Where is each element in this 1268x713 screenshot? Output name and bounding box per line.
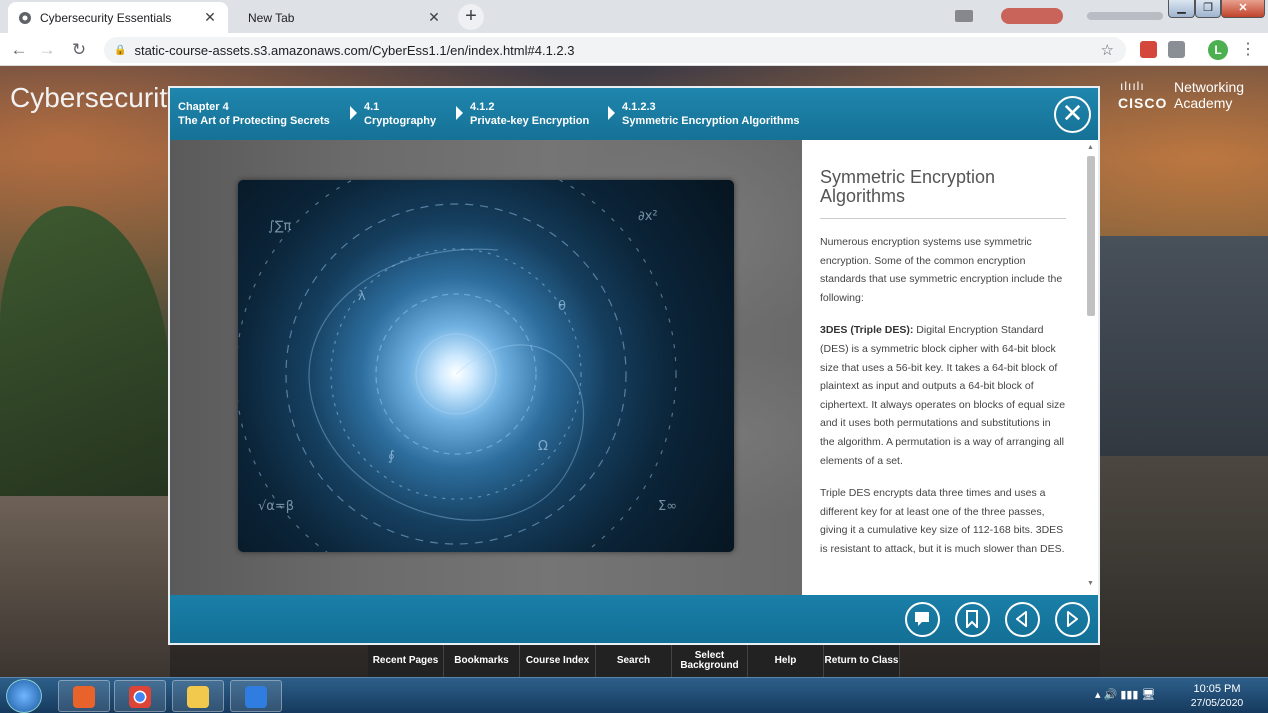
- svg-text:∂x²: ∂x²: [638, 209, 658, 224]
- topic-title: Symmetric Encryption Algorithms: [820, 168, 1066, 219]
- breadcrumb-subsection[interactable]: 4.1.2 Private-key Encryption: [456, 100, 589, 128]
- pdf-extension-icon[interactable]: [1140, 41, 1157, 58]
- start-button-icon[interactable]: [6, 679, 42, 713]
- svg-text:Σ∞: Σ∞: [658, 499, 677, 514]
- taskbar-chrome[interactable]: [114, 680, 166, 712]
- tab-new-tab[interactable]: New Tab ✕: [230, 2, 452, 33]
- close-icon: ✕: [1061, 98, 1084, 128]
- encryption-fractal-image: ∫∑π ∂x² √α=β Σ∞ λ θ ∮ Ω: [238, 180, 734, 552]
- site-title: Cybersecurity Essentials: [10, 82, 170, 113]
- return-to-class-button[interactable]: Return to Class: [824, 645, 900, 677]
- previous-arrow-icon: [1016, 611, 1027, 627]
- window-close-button[interactable]: ✕: [1221, 0, 1265, 18]
- more-menu-icon[interactable]: ⋮: [1240, 39, 1256, 61]
- forward-arrow-icon[interactable]: →: [36, 39, 58, 61]
- tab-title: New Tab: [248, 10, 295, 25]
- academy-label: Networking Academy: [1174, 79, 1245, 111]
- background-wall: [1100, 456, 1268, 677]
- breadcrumb: Chapter 4 The Art of Protecting Secrets 4…: [170, 88, 1098, 140]
- next-page-button[interactable]: [1055, 602, 1090, 637]
- svg-text:θ: θ: [558, 299, 566, 314]
- select-background-button[interactable]: Select Background: [672, 645, 748, 677]
- fractal-swirl-graphic: ∫∑π ∂x² √α=β Σ∞ λ θ ∮ Ω: [238, 180, 677, 552]
- scroll-thumb[interactable]: [1087, 156, 1095, 316]
- breadcrumb-section[interactable]: 4.1 Cryptography: [350, 100, 436, 128]
- course-bottom-nav: Recent Pages Bookmarks Course Index Sear…: [368, 645, 900, 677]
- svg-text:∮: ∮: [388, 449, 395, 464]
- maximize-button[interactable]: ❐: [1195, 0, 1221, 18]
- site-favicon-icon: [19, 11, 31, 24]
- triple-des-paragraph: Triple DES encrypts data three times and…: [820, 487, 1065, 555]
- previous-page-button[interactable]: [1005, 602, 1040, 637]
- search-button[interactable]: Search: [596, 645, 672, 677]
- tab-close-icon[interactable]: ✕: [202, 9, 218, 26]
- background-hill: [0, 206, 170, 506]
- svg-text:√α=β: √α=β: [258, 499, 294, 514]
- course-index-button[interactable]: Course Index: [520, 645, 596, 677]
- scroll-down-arrow-icon[interactable]: ▼: [1087, 580, 1094, 587]
- recent-pages-button[interactable]: Recent Pages: [368, 645, 444, 677]
- background-city: [1100, 236, 1268, 486]
- breadcrumb-topic[interactable]: 4.1.2.3 Symmetric Encryption Algorithms: [608, 100, 799, 128]
- course-content-modal: Chapter 4 The Art of Protecting Secrets 4…: [168, 86, 1100, 645]
- taskbar-wps-writer[interactable]: [230, 680, 282, 712]
- url-text: static-course-assets.s3.amazonaws.com/Cy…: [134, 42, 575, 58]
- content-area: ∫∑π ∂x² √α=β Σ∞ λ θ ∮ Ω Symmetric Encryption…: [170, 140, 1098, 595]
- intro-paragraph: Numerous encryption systems use symmetri…: [820, 236, 1063, 304]
- cisco-bars-icon: ılıılı: [1120, 79, 1145, 93]
- back-arrow-icon[interactable]: ←: [8, 39, 30, 61]
- new-tab-button[interactable]: +: [458, 4, 484, 30]
- bookmarks-button[interactable]: Bookmarks: [444, 645, 520, 677]
- next-arrow-icon: [1067, 611, 1078, 627]
- browser-tabstrip: Cybersecurity Essentials ✕ New Tab ✕ + ▁…: [0, 0, 1268, 33]
- speech-bubble-icon: [915, 612, 929, 626]
- media-panel: ∫∑π ∂x² √α=β Σ∞ λ θ ∮ Ω: [170, 140, 802, 595]
- system-tray-icons[interactable]: ▴ 🔊 ▮▮▮ 🖥: [1095, 688, 1156, 701]
- bookmark-icon: [966, 610, 978, 628]
- svg-text:Ω: Ω: [538, 439, 548, 454]
- taskbar-clock[interactable]: 10:05 PM 27/05/2020: [1182, 682, 1252, 710]
- browser-toolbar: ← → ↻ 🔒 static-course-assets.s3.amazonaw…: [0, 33, 1268, 66]
- clock-time: 10:05 PM: [1193, 683, 1241, 695]
- extension-icon[interactable]: [1168, 41, 1185, 58]
- help-button[interactable]: Help: [748, 645, 824, 677]
- tab-close-icon[interactable]: ✕: [426, 9, 442, 26]
- clock-date: 27/05/2020: [1190, 697, 1244, 709]
- profile-avatar[interactable]: L: [1208, 40, 1228, 60]
- address-bar[interactable]: 🔒 static-course-assets.s3.amazonaws.com/…: [104, 37, 1126, 63]
- breadcrumb-arrow-icon: [608, 106, 615, 120]
- windows-taskbar: ▴ 🔊 ▮▮▮ 🖥 10:05 PM 27/05/2020: [0, 677, 1268, 713]
- blurred-window-area: [955, 8, 1165, 24]
- close-modal-button[interactable]: ✕: [1054, 96, 1091, 133]
- bookmark-star-icon[interactable]: ☆: [1101, 41, 1114, 59]
- comment-button[interactable]: [905, 602, 940, 637]
- 3des-paragraph: 3DES (Triple DES): Digital Encryption St…: [820, 321, 1066, 470]
- breadcrumb-arrow-icon: [456, 106, 463, 120]
- svg-text:∫∑π: ∫∑π: [268, 219, 292, 234]
- breadcrumb-arrow-icon: [350, 106, 357, 120]
- breadcrumb-chapter[interactable]: Chapter 4 The Art of Protecting Secrets: [178, 100, 330, 128]
- 3des-description: Digital Encryption Standard (DES) is a s…: [820, 324, 1066, 467]
- cisco-wordmark: CISCO: [1118, 95, 1168, 111]
- taskbar-media-player[interactable]: [58, 680, 110, 712]
- tab-title: Cybersecurity Essentials: [40, 10, 172, 25]
- text-panel: Symmetric Encryption Algorithms Numerous…: [802, 140, 1098, 595]
- text-scrollbar[interactable]: ▲ ▼: [1084, 142, 1096, 593]
- background-wall: [0, 496, 170, 677]
- lock-icon: 🔒: [114, 44, 127, 56]
- svg-text:λ: λ: [358, 289, 366, 304]
- reload-icon[interactable]: ↻: [68, 39, 90, 61]
- minimize-button[interactable]: ▁: [1168, 0, 1195, 18]
- bookmark-button[interactable]: [955, 602, 990, 637]
- 3des-term: 3DES (Triple DES):: [820, 324, 914, 337]
- taskbar-file-explorer[interactable]: [172, 680, 224, 712]
- scroll-up-arrow-icon[interactable]: ▲: [1087, 144, 1094, 151]
- modal-footer: [170, 595, 1098, 643]
- tab-cybersecurity-essentials[interactable]: Cybersecurity Essentials ✕: [8, 2, 228, 33]
